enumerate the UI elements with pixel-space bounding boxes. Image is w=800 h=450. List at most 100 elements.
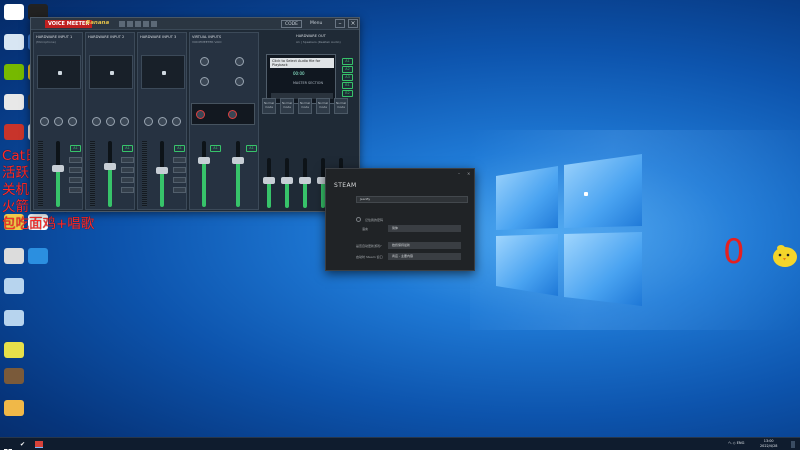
route-a1-button[interactable]: A1 bbox=[122, 145, 133, 152]
pan-dot[interactable] bbox=[110, 71, 114, 75]
eq-knob[interactable] bbox=[235, 57, 244, 66]
intellipan-pad[interactable] bbox=[89, 55, 133, 89]
remember-checkbox[interactable] bbox=[356, 217, 361, 222]
hardware-out-device[interactable]: A1 | Speakers (Realtek Audio) bbox=[296, 40, 341, 44]
gain-knob[interactable] bbox=[92, 117, 101, 126]
comp-knob[interactable] bbox=[158, 117, 167, 126]
mute-button[interactable] bbox=[121, 187, 134, 193]
eq-knob[interactable] bbox=[235, 77, 244, 86]
eq-knob[interactable] bbox=[200, 57, 209, 66]
route-a1-button[interactable]: A1 bbox=[70, 145, 81, 152]
toolbar-icon[interactable] bbox=[119, 21, 125, 27]
gain-fader[interactable] bbox=[108, 141, 112, 207]
route-toggle[interactable] bbox=[69, 157, 82, 163]
gate-knob[interactable] bbox=[68, 117, 77, 126]
fader-handle[interactable] bbox=[52, 165, 64, 173]
gain-fader[interactable] bbox=[236, 141, 240, 207]
bus-mode[interactable]: Normal mode bbox=[334, 98, 348, 114]
folder-icon[interactable] bbox=[4, 310, 24, 326]
folder-icon[interactable] bbox=[4, 278, 24, 294]
mute-button[interactable] bbox=[69, 187, 82, 193]
route-toggle[interactable] bbox=[69, 177, 82, 183]
pan-dot[interactable] bbox=[58, 71, 62, 75]
gate-knob[interactable] bbox=[172, 117, 181, 126]
route-toggle[interactable] bbox=[173, 167, 186, 173]
bus-mode[interactable]: Normal mode bbox=[280, 98, 294, 114]
fx-knob[interactable] bbox=[228, 110, 237, 119]
comp-knob[interactable] bbox=[54, 117, 63, 126]
code-button[interactable]: CODE bbox=[281, 20, 302, 28]
pan-dot[interactable] bbox=[162, 71, 166, 75]
fader-handle[interactable] bbox=[198, 157, 210, 165]
notification-icon[interactable] bbox=[791, 441, 795, 448]
fx-panel[interactable] bbox=[191, 103, 255, 125]
gain-fader[interactable] bbox=[202, 141, 206, 207]
gain-fader[interactable] bbox=[56, 141, 60, 207]
startup-select[interactable]: 商店 - 主要内容 bbox=[388, 253, 461, 260]
app-icon[interactable] bbox=[4, 94, 24, 110]
fader-handle[interactable] bbox=[299, 177, 311, 184]
intellipan-pad[interactable] bbox=[37, 55, 81, 89]
language-select[interactable]: 简体 bbox=[388, 225, 461, 232]
route-toggle[interactable] bbox=[69, 167, 82, 173]
app-icon[interactable] bbox=[4, 4, 24, 20]
update-select[interactable]: 始终保持最新 bbox=[388, 242, 461, 249]
route-b2-button[interactable]: B2 bbox=[342, 90, 353, 97]
strip-device[interactable]: (Microphone) bbox=[36, 40, 56, 44]
game-icon[interactable] bbox=[4, 400, 24, 416]
fader-handle[interactable] bbox=[263, 177, 275, 184]
cassette-label[interactable]: Click to Select Audio file for Playback bbox=[270, 58, 334, 68]
game-icon[interactable] bbox=[4, 368, 24, 384]
fx-knob[interactable] bbox=[196, 110, 205, 119]
gain-knob[interactable] bbox=[144, 117, 153, 126]
intellipan-pad[interactable] bbox=[141, 55, 185, 89]
app-icon[interactable] bbox=[28, 248, 48, 264]
route-toggle[interactable] bbox=[121, 177, 134, 183]
route-toggle[interactable] bbox=[173, 177, 186, 183]
route-a1-button[interactable]: A1 bbox=[210, 145, 221, 152]
eq-knob[interactable] bbox=[200, 77, 209, 86]
bus-mode[interactable]: Normal mode bbox=[262, 98, 276, 114]
bus-mode[interactable]: Normal mode bbox=[316, 98, 330, 114]
bus-mode[interactable]: Normal mode bbox=[298, 98, 312, 114]
start-button[interactable] bbox=[4, 441, 12, 450]
gate-knob[interactable] bbox=[120, 117, 129, 126]
voicemeeter-titlebar[interactable]: VOICE MEETER Banana CODE Menu – × bbox=[31, 18, 359, 30]
gain-knob[interactable] bbox=[40, 117, 49, 126]
account-field[interactable]: Jeanfly bbox=[356, 196, 468, 203]
nvidia-icon[interactable] bbox=[4, 64, 24, 80]
system-tray[interactable]: へ ◇ ENG bbox=[728, 441, 744, 446]
mute-button[interactable] bbox=[173, 187, 186, 193]
fader-handle[interactable] bbox=[156, 167, 168, 175]
clock[interactable]: 13:00 2022/4/28 bbox=[760, 439, 777, 449]
fader-handle[interactable] bbox=[104, 162, 116, 170]
route-toggle[interactable] bbox=[173, 157, 186, 163]
app-taskbar-icon[interactable] bbox=[35, 441, 43, 448]
route-a1-button[interactable]: A1 bbox=[342, 58, 353, 65]
app-icon[interactable] bbox=[4, 342, 24, 358]
toolbar-icon[interactable] bbox=[143, 21, 149, 27]
route-a3-button[interactable]: A3 bbox=[342, 74, 353, 81]
close-button[interactable]: × bbox=[348, 19, 358, 28]
toolbar-icon[interactable] bbox=[151, 21, 157, 27]
minimize-button[interactable]: – bbox=[335, 19, 345, 28]
toolbar-icon[interactable] bbox=[127, 21, 133, 27]
file-icon[interactable] bbox=[4, 248, 24, 264]
route-a1-button[interactable]: A1 bbox=[174, 145, 185, 152]
close-button[interactable]: × bbox=[467, 171, 470, 176]
check-app-icon[interactable]: ✔ bbox=[20, 441, 28, 448]
route-a2-button[interactable]: A2 bbox=[342, 66, 353, 73]
toolbar-icon[interactable] bbox=[135, 21, 141, 27]
comp-knob[interactable] bbox=[106, 117, 115, 126]
menu-button[interactable]: Menu bbox=[307, 20, 325, 28]
route-toggle[interactable] bbox=[121, 167, 134, 173]
fader-handle[interactable] bbox=[232, 157, 244, 165]
app-icon[interactable] bbox=[4, 124, 24, 140]
cassette-player[interactable]: Click to Select Audio file for Playback … bbox=[266, 54, 336, 104]
minimize-button[interactable]: – bbox=[458, 171, 460, 176]
recycle-bin-icon[interactable] bbox=[4, 34, 24, 50]
route-b1-button[interactable]: B1 bbox=[342, 82, 353, 89]
route-a1-button[interactable]: A1 bbox=[246, 145, 257, 152]
fader-handle[interactable] bbox=[281, 177, 293, 184]
route-toggle[interactable] bbox=[121, 157, 134, 163]
